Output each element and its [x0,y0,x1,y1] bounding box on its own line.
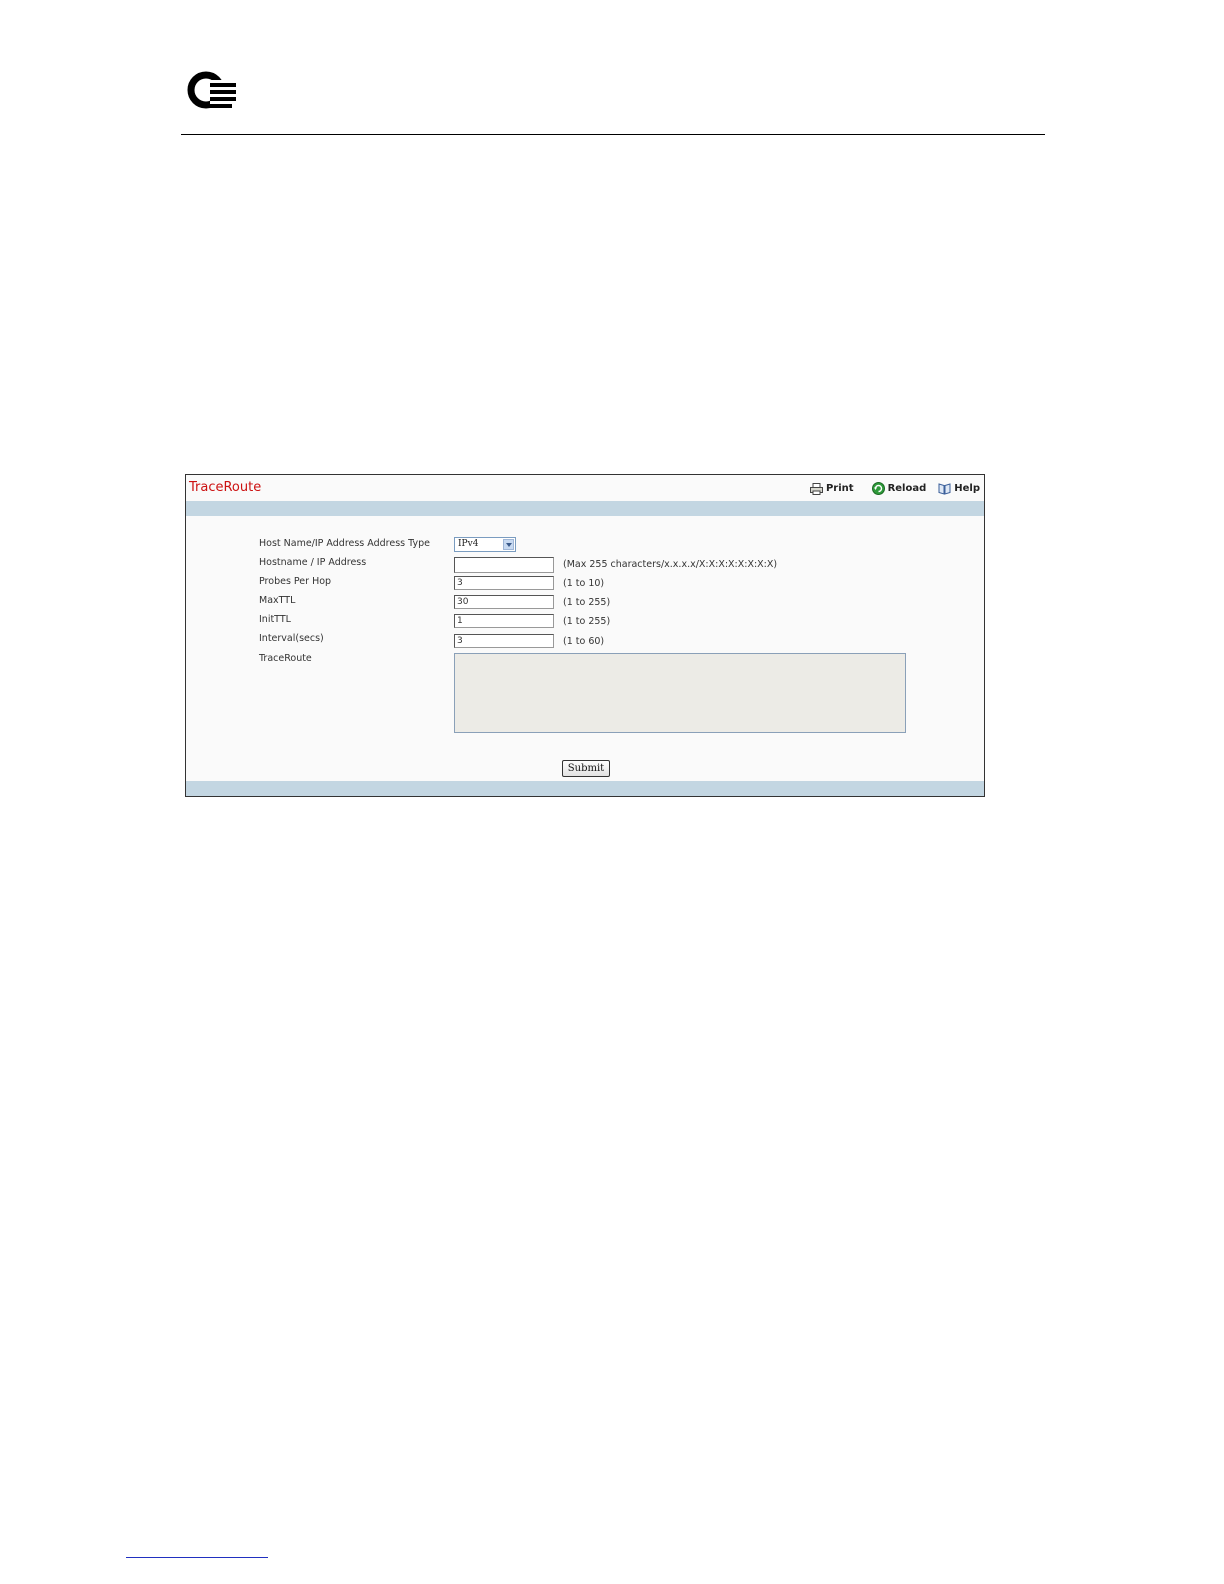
help-button[interactable]: Help [938,482,980,495]
address-type-value: IPv4 [458,539,479,549]
initttl-hint: (1 to 255) [563,616,611,627]
printer-icon [809,482,823,495]
maxttl-label: MaxTTL [259,595,296,606]
help-book-icon [938,483,951,495]
initttl-input[interactable] [454,614,554,628]
address-type-label: Host Name/IP Address Address Type [259,538,430,549]
print-label: Print [825,483,854,494]
probes-input[interactable] [454,576,554,590]
submit-button[interactable]: Submit [562,760,610,777]
probes-label: Probes Per Hop [259,576,332,587]
interval-input[interactable] [454,634,554,648]
chevron-down-icon[interactable] [503,539,514,550]
hostname-label: Hostname / IP Address [259,557,367,568]
panel-header-band [186,501,984,516]
toolbar: Print Reload Help [809,482,980,495]
traceroute-output[interactable] [454,653,906,733]
hostname-input[interactable] [454,557,554,573]
qlogic-logo-icon [187,71,238,109]
reload-button[interactable]: Reload [871,482,927,495]
probes-hint: (1 to 10) [563,578,605,589]
reload-label: Reload [887,483,927,494]
reload-icon [871,482,885,495]
traceroute-panel: TraceRoute Print Reload Help Host Name/I… [185,474,985,797]
print-button[interactable]: Print [809,482,854,495]
header-divider [181,134,1045,135]
maxttl-input[interactable] [454,595,554,609]
interval-label: Interval(secs) [259,633,324,644]
page-title: TraceRoute [189,480,262,495]
initttl-label: InitTTL [259,614,291,625]
help-label: Help [954,483,980,494]
footer-divider [126,1557,268,1558]
traceroute-label: TraceRoute [259,653,312,664]
interval-hint: (1 to 60) [563,636,605,647]
panel-footer-band [186,781,984,796]
hostname-hint: (Max 255 characters/x.x.x.x/X:X:X:X:X:X:… [563,559,778,570]
address-type-select[interactable]: IPv4 [454,537,516,552]
maxttl-hint: (1 to 255) [563,597,611,608]
